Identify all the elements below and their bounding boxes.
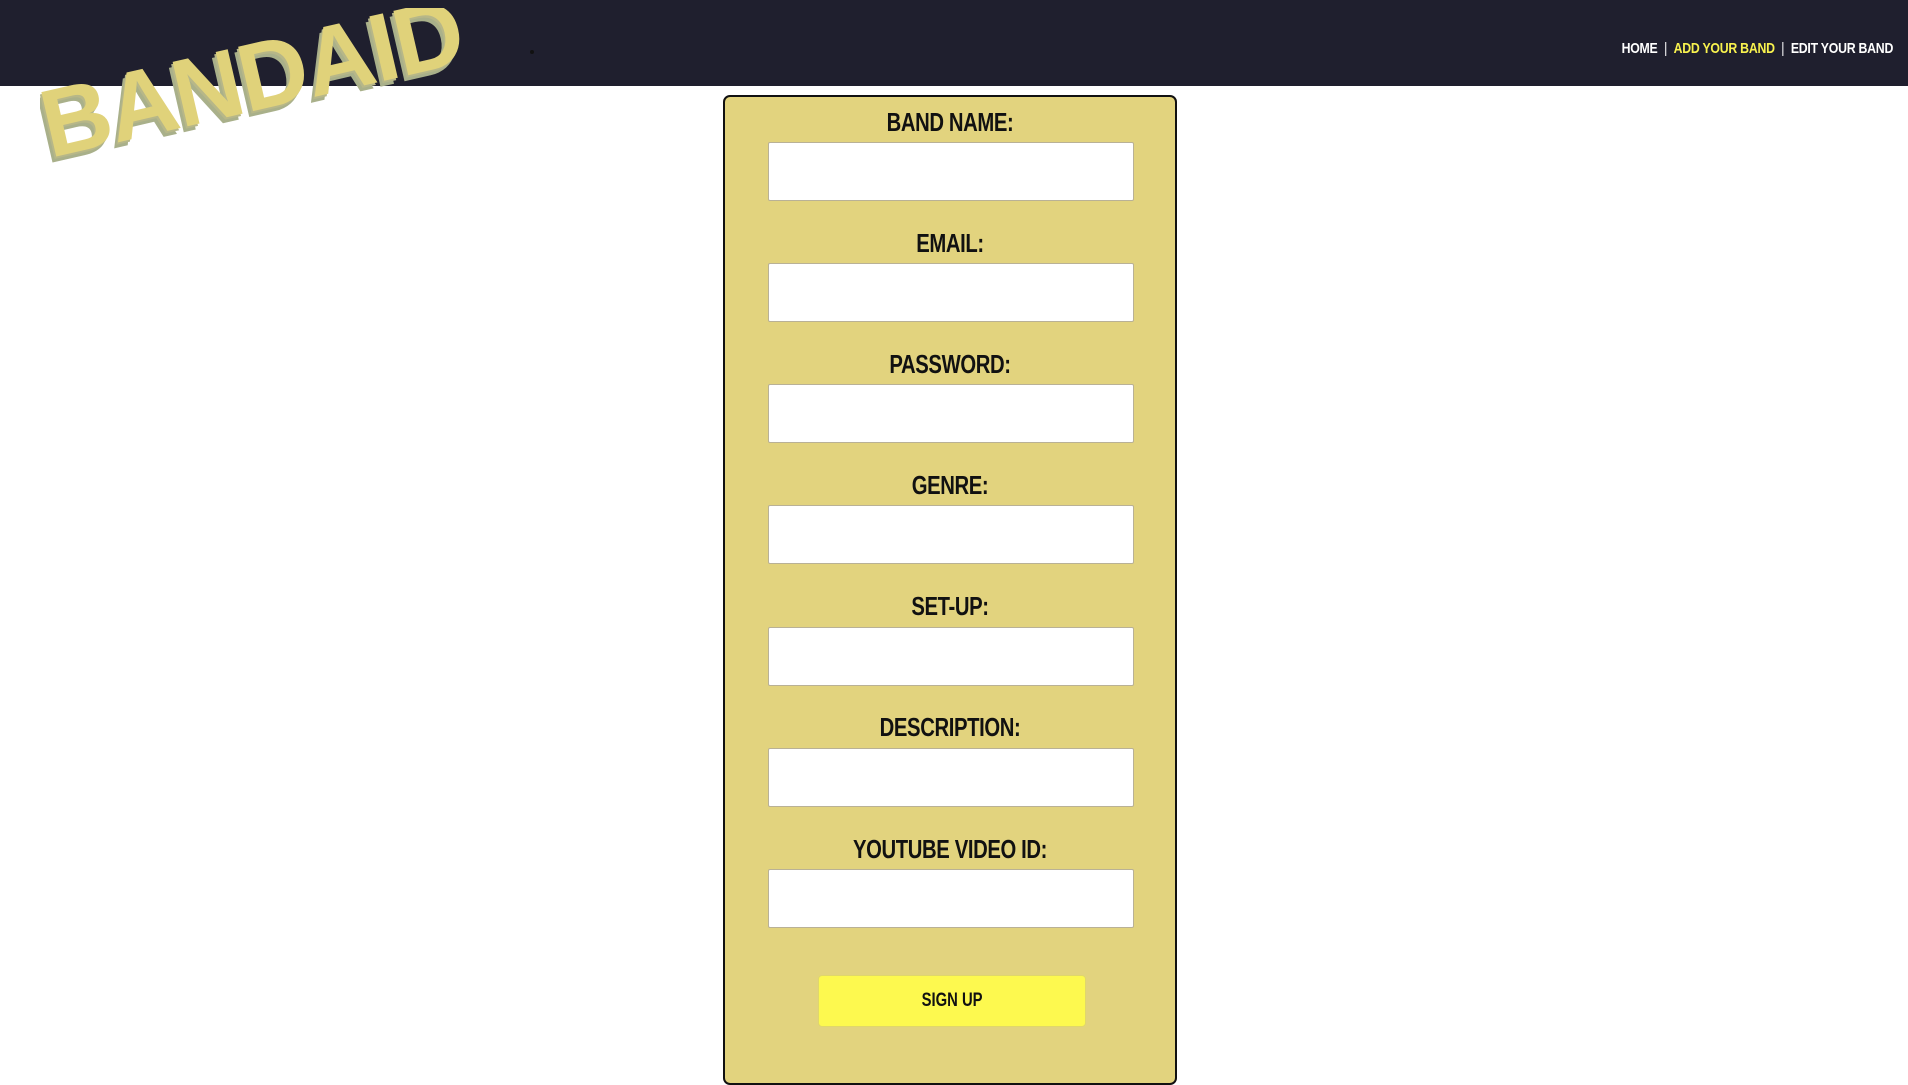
band-name-label: BAND NAME: <box>886 107 1014 137</box>
sign-up-button[interactable]: SIGN UP <box>818 975 1086 1027</box>
set-up-input[interactable] <box>768 627 1134 686</box>
email-input[interactable] <box>768 263 1134 322</box>
main-nav: HOME | ADD YOUR BAND | EDIT YOUR BAND <box>1622 40 1894 57</box>
add-band-form: BAND NAME: EMAIL: PASSWORD: GENRE: SET-U… <box>723 95 1177 1085</box>
nav-home-link[interactable]: HOME <box>1622 40 1658 57</box>
description-input[interactable] <box>768 748 1134 807</box>
nav-edit-your-band-link[interactable]: EDIT YOUR BAND <box>1791 40 1894 57</box>
nav-separator: | <box>1664 40 1667 57</box>
separator-dot <box>530 50 534 54</box>
password-input[interactable] <box>768 384 1134 443</box>
band-name-input[interactable] <box>768 142 1134 201</box>
sign-up-button-label: SIGN UP <box>921 990 983 1011</box>
genre-label: GENRE: <box>911 470 989 500</box>
nav-add-your-band-link[interactable]: ADD YOUR BAND <box>1674 40 1775 57</box>
password-label: PASSWORD: <box>889 349 1011 379</box>
email-label: EMAIL: <box>916 228 984 258</box>
description-label: DESCRIPTION: <box>879 712 1021 742</box>
genre-input[interactable] <box>768 505 1134 564</box>
youtube-video-id-label: YOUTUBE VIDEO ID: <box>853 834 1047 864</box>
top-navbar: HOME | ADD YOUR BAND | EDIT YOUR BAND <box>0 0 1908 86</box>
nav-separator: | <box>1781 40 1785 57</box>
youtube-video-id-input[interactable] <box>768 869 1134 928</box>
set-up-label: SET-UP: <box>911 591 989 621</box>
